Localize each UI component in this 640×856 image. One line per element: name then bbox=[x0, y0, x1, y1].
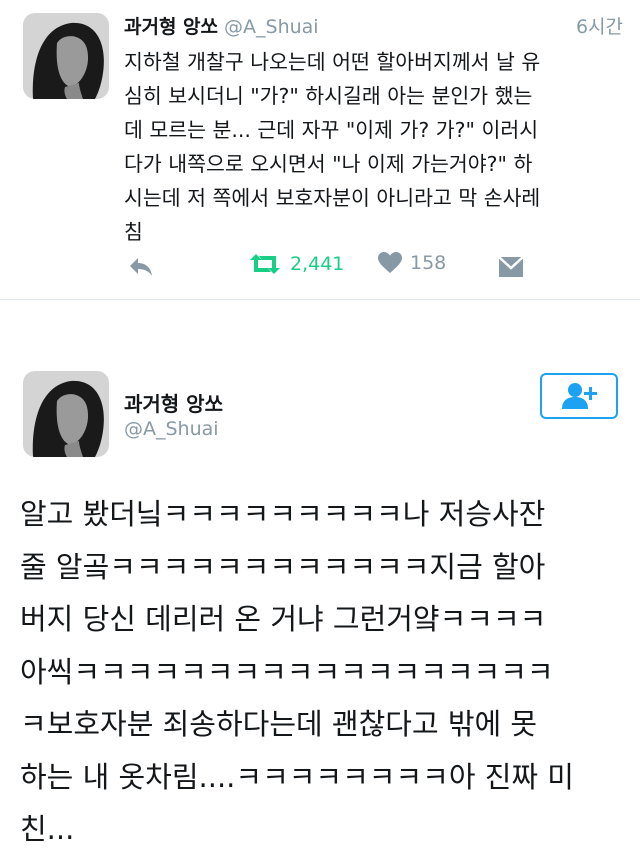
avatar-photo bbox=[23, 13, 109, 99]
retweet-count: 2,441 bbox=[290, 253, 345, 275]
tweet-text-line: 하는 내 옷차림....ㅋㅋㅋㅋㅋㅋㅋㅋ아 진짜 미 bbox=[20, 759, 574, 794]
timestamp[interactable]: 6시간 bbox=[576, 12, 623, 39]
reply-button[interactable] bbox=[128, 256, 154, 278]
tweet-text-line: 아씩ㅋㅋㅋㅋㅋㅋㅋㅋㅋㅋㅋㅋㅋㅋㅋㅋㅋㅋ bbox=[20, 654, 554, 689]
tweet-text: 지하철 개찰구 나오는데 어떤 할아버지께서 날 유 심히 보시더니 "가?" … bbox=[124, 45, 620, 249]
avatar[interactable] bbox=[23, 13, 109, 99]
direct-message-button[interactable] bbox=[498, 256, 524, 278]
tweet-text-line: 줄 알곸ㅋㅋㅋㅋㅋㅋㅋㅋㅋㅋㅋㅋ지금 할아 bbox=[20, 549, 546, 584]
tweet-text-line: 친... bbox=[20, 812, 75, 846]
tweet-text-line: 침 bbox=[124, 220, 143, 244]
tweet-text-line: 심히 보시더니 "가?" 하시길래 아는 분인가 했는 bbox=[124, 84, 533, 108]
tweet-text-line: 시는데 저 쪽에서 보호자분이 아니라고 막 손사레 bbox=[124, 186, 541, 210]
username[interactable]: @A_Shuai bbox=[224, 16, 319, 38]
retweet-icon bbox=[250, 254, 280, 274]
avatar-photo bbox=[23, 371, 109, 457]
divider bbox=[0, 299, 640, 300]
tweet-header: 과거형 앙쏘 @A_Shuai bbox=[124, 12, 319, 39]
display-name[interactable]: 과거형 앙쏘 bbox=[124, 388, 223, 417]
reply-icon bbox=[130, 258, 152, 276]
like-button[interactable]: 158 bbox=[378, 252, 446, 274]
avatar[interactable] bbox=[23, 371, 109, 457]
display-name[interactable]: 과거형 앙쏘 bbox=[124, 16, 218, 38]
heart-icon bbox=[378, 252, 402, 273]
tweet-text-line: 지하철 개찰구 나오는데 어떤 할아버지께서 날 유 bbox=[124, 50, 541, 74]
tweet-text-line: 버지 당신 데리러 온 거냐 그런거얔ㅋㅋㅋㅋ bbox=[20, 602, 547, 636]
tweet-actions: 2,441 158 bbox=[124, 252, 544, 286]
like-count: 158 bbox=[410, 252, 447, 274]
tweet-text-line: 알고 봤더닠ㅋㅋㅋㅋㅋㅋㅋㅋㅋ나 저승사잔 bbox=[20, 497, 546, 531]
tweet-text: 알고 봤더닠ㅋㅋㅋㅋㅋㅋㅋㅋㅋ나 저승사잔 줄 알곸ㅋㅋㅋㅋㅋㅋㅋㅋㅋㅋㅋㅋ지금… bbox=[20, 488, 630, 856]
tweet-text-line: 다가 내쪽으로 오시면서 "나 이제 가는거야?" 하 bbox=[124, 152, 533, 176]
retweet-button[interactable]: 2,441 bbox=[248, 252, 344, 276]
follow-button[interactable] bbox=[540, 373, 618, 419]
add-user-icon bbox=[562, 383, 597, 409]
envelope-icon bbox=[498, 256, 524, 277]
tweet-text-line: 데 모르는 분... 근데 자꾸 "이제 가? 가?" 이러시 bbox=[124, 118, 539, 142]
username[interactable]: @A_Shuai bbox=[124, 418, 219, 440]
tweet-text-line: ㅋ보호자분 죄송하다는데 괜찮다고 밖에 못 bbox=[20, 707, 538, 741]
